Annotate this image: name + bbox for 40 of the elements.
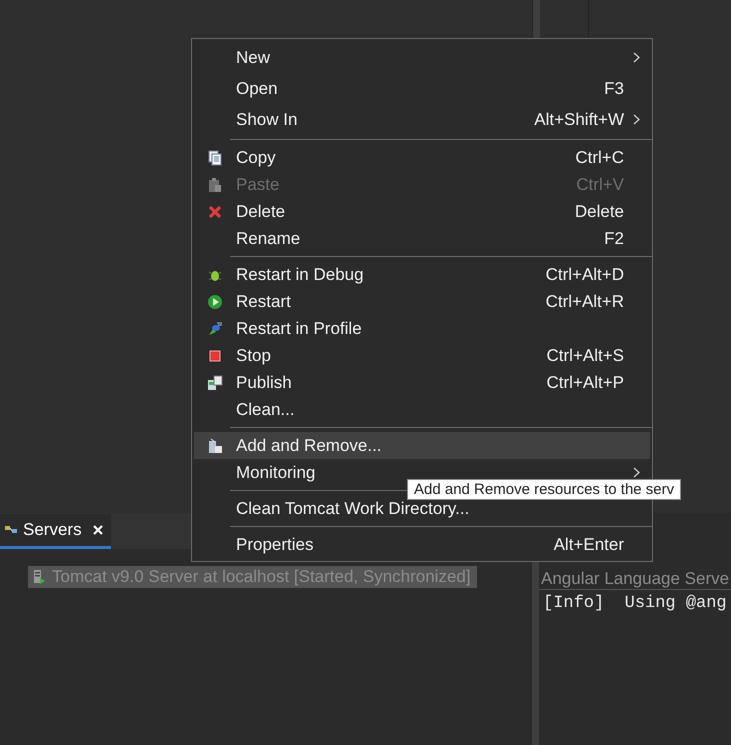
menu-item[interactable]: Rename F2: [194, 225, 650, 252]
shortcut-text: Ctrl+Alt+P: [546, 372, 624, 392]
menu-item[interactable]: Clean...: [194, 396, 650, 423]
delete-icon: [207, 204, 223, 220]
shortcut-text: Alt+Shift+W: [534, 110, 624, 130]
shortcut-text: F2: [604, 228, 624, 248]
menu-item[interactable]: Show In Alt+Shift+W: [194, 104, 650, 135]
menu-item[interactable]: Publish Ctrl+Alt+P: [194, 369, 650, 396]
menu-item[interactable]: Open F3: [194, 73, 650, 104]
shortcut-text: Ctrl+Alt+R: [546, 292, 624, 312]
shortcut-text: Ctrl+C: [575, 148, 624, 168]
shortcut-text: Ctrl+V: [576, 174, 624, 194]
shortcut-text: Ctrl+Alt+S: [546, 346, 624, 366]
clipboard-icon: [207, 176, 223, 192]
server-icon: [32, 569, 46, 585]
shortcut-text: F3: [604, 78, 624, 98]
menu-item[interactable]: Properties Alt+Enter: [194, 531, 650, 558]
menu-item[interactable]: Restart in Debug Ctrl+Alt+D: [194, 261, 650, 288]
server-icon: [207, 438, 223, 454]
documents-icon: [207, 374, 223, 390]
shortcut-text: Alt+Enter: [554, 534, 624, 554]
menu-item[interactable]: Copy Ctrl+C: [194, 144, 650, 171]
rocket-icon: [207, 320, 223, 336]
console-title: Angular Language Serve: [539, 569, 731, 590]
console-line: [Info] Using @ang: [542, 593, 728, 615]
menu-item[interactable]: Delete Delete: [194, 198, 650, 225]
shortcut-text: Delete: [574, 202, 624, 222]
menu-item[interactable]: Restart Ctrl+Alt+R: [194, 288, 650, 315]
stop-icon: [207, 348, 223, 364]
copy-icon: [207, 150, 223, 166]
close-icon[interactable]: [92, 525, 103, 535]
menu-item[interactable]: Stop Ctrl+Alt+S: [194, 342, 650, 369]
tooltip: Add and Remove resources to the serv: [407, 479, 682, 500]
servers-tab[interactable]: Servers: [0, 514, 111, 549]
shortcut-text: Ctrl+Alt+D: [546, 264, 624, 284]
menu-item[interactable]: New: [194, 42, 650, 73]
server-icon: [4, 524, 18, 536]
menu-item[interactable]: Restart in Profile: [194, 315, 650, 342]
menu-item[interactable]: Add and Remove...: [194, 432, 650, 459]
play-circle-icon: [207, 294, 223, 310]
